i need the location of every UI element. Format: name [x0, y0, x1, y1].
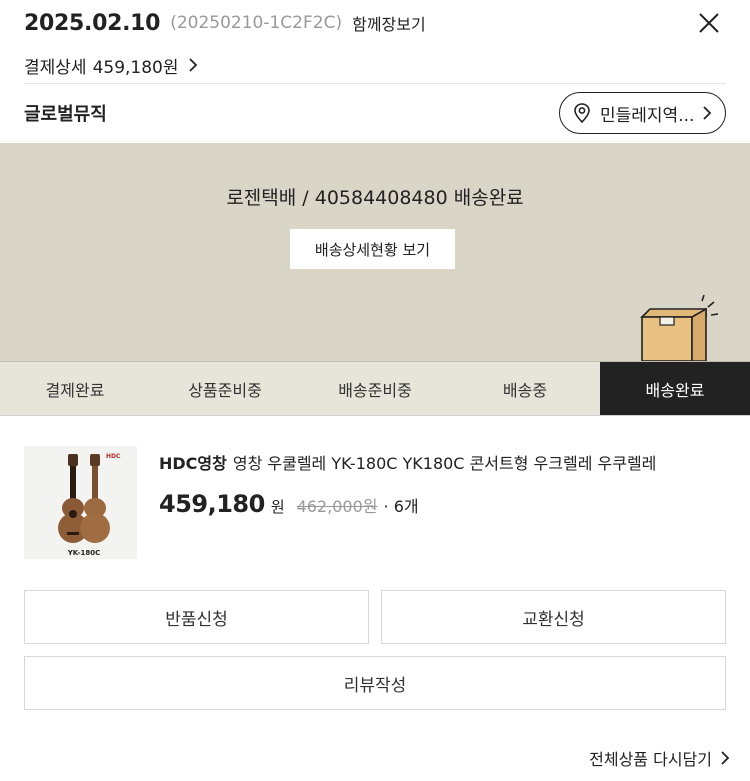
delivery-status-banner: 로젠택배 / 40584408480 배송완료 배송상세현황 보기	[0, 143, 750, 361]
ukulele-image: HDC YK-180C	[24, 446, 137, 559]
step-payment-complete: 결제완료	[45, 380, 105, 400]
product-thumbnail[interactable]: HDC YK-180C	[24, 446, 137, 559]
view-together-link[interactable]: 함께장보기	[352, 11, 426, 35]
chevron-right-icon	[721, 751, 730, 765]
payment-detail-label: 결제상세	[24, 57, 87, 78]
store-row: 글로벌뮤직 민들레지역...	[24, 90, 726, 136]
step-preparing-shipment: 배송준비중	[338, 380, 412, 400]
exchange-request-button[interactable]: 교환신청	[381, 590, 726, 644]
order-date: 2025.02.10	[24, 10, 161, 36]
chevron-right-icon	[188, 58, 197, 72]
location-pin-icon	[574, 103, 590, 124]
price-row: 459,180 원 462,000원 · 6개	[159, 490, 419, 518]
add-all-to-cart-label: 전체상품 다시담기	[589, 750, 712, 769]
original-price: 462,000원	[296, 497, 378, 516]
currency-unit: 원	[270, 498, 285, 516]
write-review-button[interactable]: 리뷰작성	[24, 656, 726, 710]
store-name: 글로벌뮤직	[24, 104, 107, 125]
delivery-detail-button[interactable]: 배송상세현황 보기	[290, 229, 455, 269]
order-header: 2025.02.10 (20250210-1C2F2C) 함께장보기	[24, 8, 726, 38]
chevron-right-icon	[703, 106, 712, 120]
product-name: 영창 우쿨렐레 YK-180C YK180C 콘서트형 우크렐레 우쿠렐레	[232, 454, 657, 473]
step-delivered: 배송완료	[600, 362, 750, 415]
step-preparing-product: 상품준비중	[188, 380, 262, 400]
payment-amount: 459,180원	[92, 57, 179, 78]
package-box-icon	[640, 295, 719, 361]
tracking-info: 로젠택배 / 40584408480 배송완료	[226, 187, 524, 209]
order-number: (20250210-1C2F2C)	[170, 13, 343, 33]
location-inquiry-button[interactable]: 민들레지역...	[559, 92, 726, 134]
thumb-logo: HDC	[106, 453, 121, 460]
payment-detail-link[interactable]: 결제상세 459,180원	[24, 50, 199, 80]
sale-price: 459,180	[159, 490, 265, 518]
divider	[24, 83, 726, 84]
return-request-button[interactable]: 반품신청	[24, 590, 369, 644]
product-brand: HDC영창	[159, 454, 227, 473]
step-in-transit: 배송중	[502, 380, 548, 400]
quantity: · 6개	[383, 497, 419, 516]
close-icon	[699, 13, 719, 33]
delivery-progress-steps: 결제완료 상품준비중 배송준비중 배송중 배송완료	[0, 361, 750, 416]
close-button[interactable]	[696, 10, 722, 36]
product-title[interactable]: HDC영창 영창 우쿨렐레 YK-180C YK180C 콘서트형 우크렐레 우쿠…	[159, 450, 726, 474]
thumb-model: YK-180C	[67, 549, 101, 557]
order-detail-page: 2025.02.10 (20250210-1C2F2C) 함께장보기 결제상세 …	[0, 0, 750, 781]
add-all-to-cart-link[interactable]: 전체상품 다시담기	[589, 746, 730, 770]
location-inquiry-label: 민들레지역...	[600, 105, 695, 126]
